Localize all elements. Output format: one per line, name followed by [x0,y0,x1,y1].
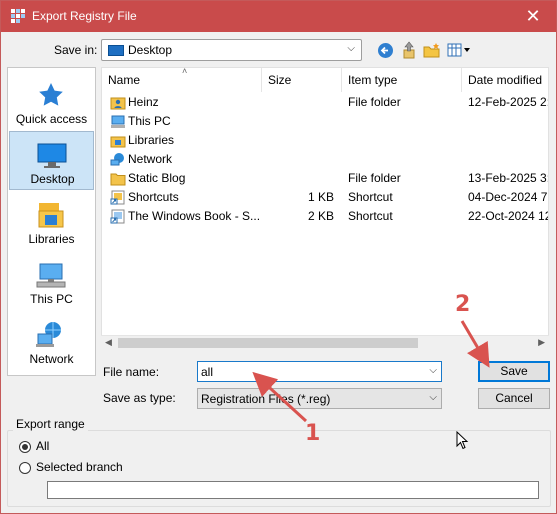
export-registry-dialog: Export Registry File ✕ Save in: Desktop … [0,0,557,514]
annotation-arrow-1 [252,371,308,423]
annotation-arrows [252,320,490,423]
mouse-cursor-icon [456,431,469,450]
annotation-number-1: 1 [305,421,321,446]
annotation-number-2: 2 [455,292,471,317]
annotation-arrow-2 [460,320,490,368]
